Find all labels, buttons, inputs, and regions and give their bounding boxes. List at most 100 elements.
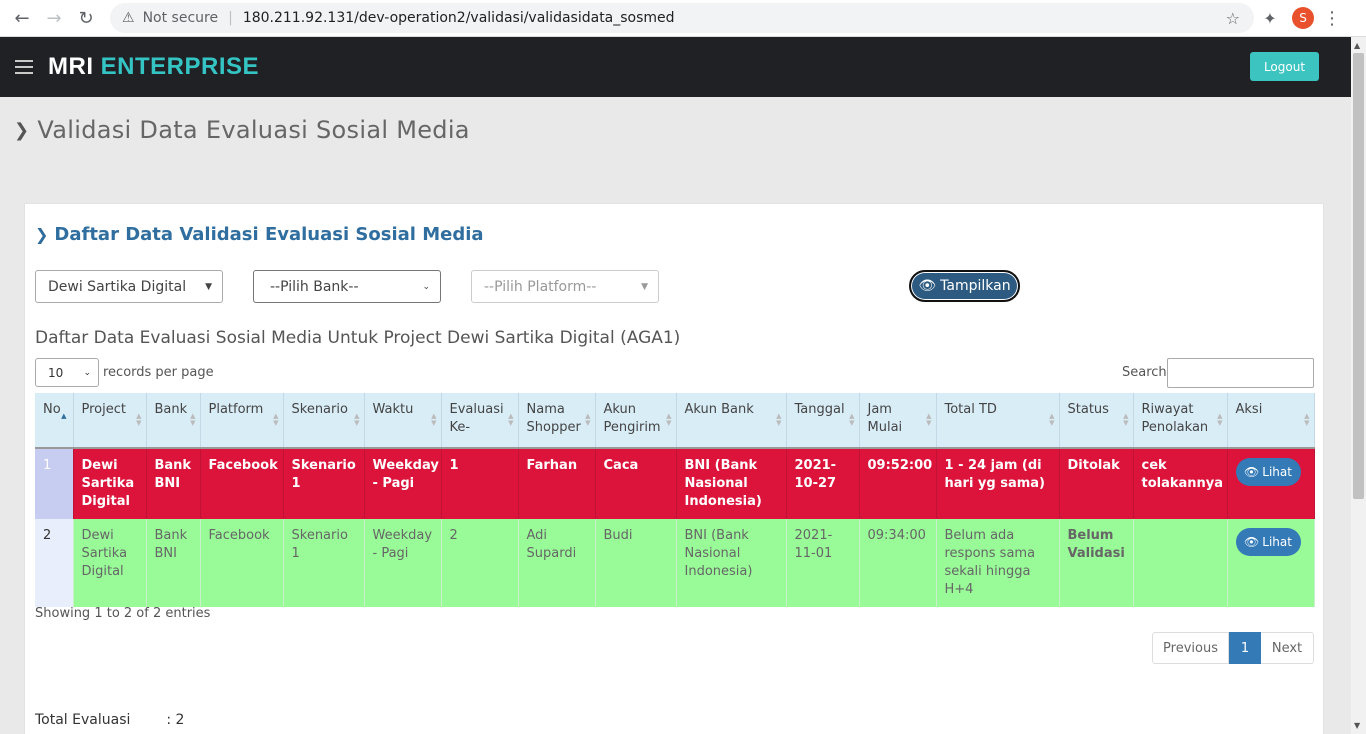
column-header[interactable]: Total TD ▲ ▼ [936,393,1060,449]
project-select-value: Dewi Sartika Digital [48,278,187,295]
current-page-button[interactable]: 1 [1229,632,1261,664]
sort-icon: ▲ ▼ [585,412,591,427]
lihat-button[interactable]: 👁 Lihat [1235,528,1301,556]
page-title-text: Validasi Data Evaluasi Sosial Media [37,116,470,144]
column-header[interactable]: Waktu ▲ ▼ [364,393,442,449]
cell-no: 1 [35,448,74,519]
hamburger-menu-icon[interactable] [15,56,33,78]
cell-platform: Facebook [200,448,284,519]
cell-project: Dewi Sartika Digital [73,519,147,607]
column-header[interactable]: Bank ▲ ▼ [146,393,201,449]
column-header[interactable]: Riwayat Penolakan ▲ ▼ [1133,393,1228,449]
brand-secondary: ENTERPRISE [100,53,260,80]
column-header[interactable]: Tanggal ▲ ▼ [786,393,860,449]
reload-icon[interactable]: ↻ [70,2,102,34]
column-header[interactable]: Nama Shopper ▲ ▼ [518,393,596,449]
page-length-label: records per page [103,365,214,380]
caret-down-icon: ▼ [205,281,212,292]
page-scrollbar[interactable]: ▲ ▼ [1351,37,1366,734]
column-header[interactable]: Akun Bank ▲ ▼ [676,393,787,449]
page-length-value: 10 [48,365,64,380]
scroll-up-icon[interactable]: ▲ [1354,41,1360,50]
column-header[interactable]: Aksi ▲ ▼ [1227,393,1315,449]
sort-icon: ▲ ▼ [136,412,142,427]
column-header[interactable]: Jam Mulai ▲ ▼ [859,393,937,449]
table-row: 1 Dewi Sartika Digital Bank BNI Facebook… [35,448,1315,519]
tampilkan-button[interactable]: 👁 Tampilkan [909,270,1020,302]
bookmark-star-icon[interactable]: ☆ [1226,9,1240,28]
column-header[interactable]: Akun Pengirim ▲ ▼ [595,393,677,449]
column-header[interactable]: No ▲ [35,393,74,449]
main-panel: ❯ Daftar Data Validasi Evaluasi Sosial M… [24,203,1324,734]
eye-icon: 👁 [918,278,937,294]
panel-title-text: Daftar Data Validasi Evaluasi Sosial Med… [54,224,484,245]
caret-down-icon: ▼ [641,281,648,292]
table-info: Showing 1 to 2 of 2 entries [35,606,211,621]
back-arrow-icon[interactable]: ← [6,2,38,34]
cell-bank: Bank BNI [146,519,201,607]
cell-waktu: Weekday - Pagi [364,519,442,607]
next-page-button[interactable]: Next [1261,632,1314,664]
extensions-puzzle-icon[interactable]: ✦ [1254,9,1286,28]
cell-skenario: Skenario 1 [283,519,365,607]
cell-waktu: Weekday - Pagi [364,448,442,519]
column-header[interactable]: Skenario ▲ ▼ [283,393,365,449]
cell-akun-bank: BNI (Bank Nasional Indonesia) [676,448,787,519]
sort-icon: ▲ ▼ [190,412,196,427]
url-text[interactable]: 180.211.92.131/dev-operation2/validasi/v… [243,10,675,26]
column-header[interactable]: Status ▲ ▼ [1059,393,1134,449]
cell-akun-bank: BNI (Bank Nasional Indonesia) [676,519,787,607]
previous-page-button[interactable]: Previous [1152,632,1229,664]
search-input[interactable] [1167,358,1314,388]
forward-arrow-icon[interactable]: → [38,2,70,34]
chevron-down-icon: ⌄ [422,281,430,292]
cell-aksi: 👁 Lihat [1227,448,1315,519]
sort-icon: ▲ ▼ [354,412,360,427]
eye-icon: 👁 [1244,465,1260,479]
platform-select[interactable]: --Pilih Platform-- ▼ [471,270,659,303]
cell-bank: Bank BNI [146,448,201,519]
bank-select[interactable]: --Pilih Bank-- ⌄ [253,270,441,303]
sort-icon: ▲ ▼ [1304,412,1310,427]
project-select[interactable]: Dewi Sartika Digital ▼ [35,270,223,303]
page-title: ❯ Validasi Data Evaluasi Sosial Media [14,116,470,144]
tampilkan-label: Tampilkan [940,278,1011,294]
search-label: Search: [1122,365,1172,380]
profile-avatar[interactable]: S [1292,7,1314,29]
total-label: Total Evaluasi [35,712,131,728]
cell-aksi: 👁 Lihat [1227,519,1315,607]
lihat-button[interactable]: 👁 Lihat [1235,458,1301,486]
table-caption: Daftar Data Evaluasi Sosial Media Untuk … [35,328,681,348]
sort-icon: ▲ ▼ [776,412,782,427]
column-header[interactable]: Evaluasi Ke- ▲ ▼ [441,393,519,449]
column-header[interactable]: Project ▲ ▼ [73,393,147,449]
cell-project: Dewi Sartika Digital [73,448,147,519]
scrollbar-thumb[interactable] [1353,53,1364,499]
sort-asc-icon: ▲ [61,412,67,420]
lihat-label: Lihat [1262,465,1292,479]
page-length-select[interactable]: 10 ⌄ [35,358,99,387]
table-row: 2 Dewi Sartika Digital Bank BNI Facebook… [35,519,1315,607]
browser-menu-icon[interactable]: ⋮ [1322,8,1342,29]
sort-icon: ▲ ▼ [273,412,279,427]
data-table: No ▲ Project ▲ ▼ Bank ▲ ▼ Platform ▲ ▼ Skenario… [35,393,1315,607]
cell-total-td: 1 - 24 jam (di hari yg sama) [936,448,1060,519]
cell-skenario: Skenario 1 [283,448,365,519]
bank-select-value: --Pilih Bank-- [270,278,359,295]
platform-select-value: --Pilih Platform-- [484,278,597,295]
logout-button[interactable]: Logout [1250,52,1319,81]
cell-shopper: Adi Supardi [518,519,596,607]
table-header-row: No ▲ Project ▲ ▼ Bank ▲ ▼ Platform ▲ ▼ Skenario… [35,393,1315,449]
cell-evaluasi: 1 [441,448,519,519]
total-evaluasi: Total Evaluasi: 2 [35,712,184,728]
brand-logo[interactable]: MRI ENTERPRISE [48,53,259,81]
column-header[interactable]: Platform ▲ ▼ [200,393,284,449]
cell-pengirim: Caca [595,448,677,519]
brand-primary: MRI [48,53,94,80]
chevron-right-icon: ❯ [35,225,49,244]
cell-shopper: Farhan [518,448,596,519]
address-bar[interactable]: ⚠ Not secure | 180.211.92.131/dev-operat… [110,3,1254,33]
security-label: Not secure [142,10,219,26]
cell-jam: 09:34:00 [859,519,937,607]
scroll-down-icon[interactable]: ▼ [1354,721,1360,730]
